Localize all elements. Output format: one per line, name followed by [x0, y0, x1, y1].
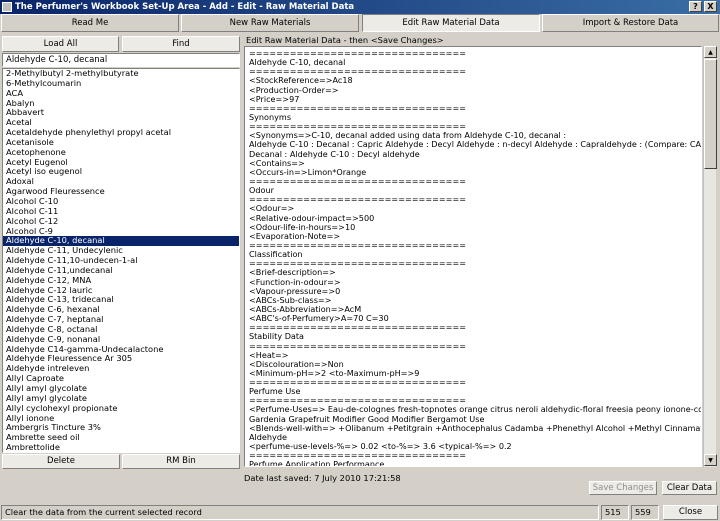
help-icon[interactable]: ? — [689, 1, 702, 12]
editor-scrollbar[interactable]: ▲ ▼ — [703, 46, 717, 467]
editor-line: ================================ — [249, 239, 467, 250]
editor-line: ================================ — [249, 175, 467, 186]
raw-material-editor[interactable]: ================================ Aldehyde… — [244, 46, 702, 467]
find-button[interactable]: Find — [122, 36, 240, 52]
delete-button[interactable]: Delete — [2, 454, 120, 469]
scroll-up-icon[interactable]: ▲ — [704, 46, 717, 58]
tab-new-raw-materials[interactable]: New Raw Materials — [181, 14, 359, 32]
search-input[interactable] — [2, 53, 240, 67]
save-changes-button[interactable]: Save Changes — [589, 481, 657, 495]
tab-import-restore-data[interactable]: Import & Restore Data — [542, 14, 719, 32]
status-message: Clear the data from the current selected… — [1, 505, 599, 520]
list-item[interactable]: ACA — [3, 88, 239, 99]
title-bar: The Perfumer's Workbook Set-Up Area - Ad… — [0, 0, 720, 14]
editor-line: Decanal : Aldehyde C-10 : Decyl aldehyde — [249, 148, 420, 159]
editor-line: Perfume Application Performance — [249, 459, 385, 467]
editor-line: ================================ — [249, 194, 467, 205]
rm-bin-button[interactable]: RM Bin — [122, 454, 240, 469]
date-last-saved: Date last saved: 7 July 2010 17:21:58 — [244, 473, 401, 483]
editor-heading: Edit Raw Material Data - then <Save Chan… — [246, 35, 444, 45]
close-button[interactable]: Close — [663, 505, 718, 520]
list-item[interactable]: 6-Methylcoumarin — [3, 78, 239, 89]
editor-line: <Production-Order=> — [249, 84, 339, 95]
editor-line: ================================ — [249, 340, 467, 351]
list-item[interactable]: Abbavert — [3, 108, 239, 118]
scroll-down-icon[interactable]: ▼ — [704, 454, 717, 466]
editor-line: <Blends-well-with=> +Olibanum +Petitgrai… — [249, 422, 701, 433]
list-item[interactable]: Ambrettolide — [3, 442, 239, 452]
editor-line: ================================ — [249, 377, 467, 388]
raw-material-list[interactable]: 2-Methylbutyl 2-methylbutyrate 6-Methylco… — [2, 68, 240, 453]
clear-data-button[interactable]: Clear Data — [662, 481, 717, 495]
scroll-thumb[interactable] — [704, 59, 717, 169]
close-icon[interactable]: X — [704, 1, 717, 12]
tab-read-me[interactable]: Read Me — [1, 14, 179, 32]
status-value-1: 515 — [601, 505, 629, 520]
editor-line: ================================ — [249, 102, 467, 113]
app-icon — [2, 2, 12, 12]
status-value-2: 559 — [631, 505, 659, 520]
list-item[interactable]: Acetyl iso eugenol — [3, 167, 239, 177]
tab-edit-raw-material-data[interactable]: Edit Raw Material Data — [362, 14, 540, 32]
load-all-button[interactable]: Load All — [2, 36, 119, 52]
window-title: The Perfumer's Workbook Set-Up Area - Ad… — [15, 2, 355, 12]
editor-line: ================================ — [249, 322, 467, 333]
